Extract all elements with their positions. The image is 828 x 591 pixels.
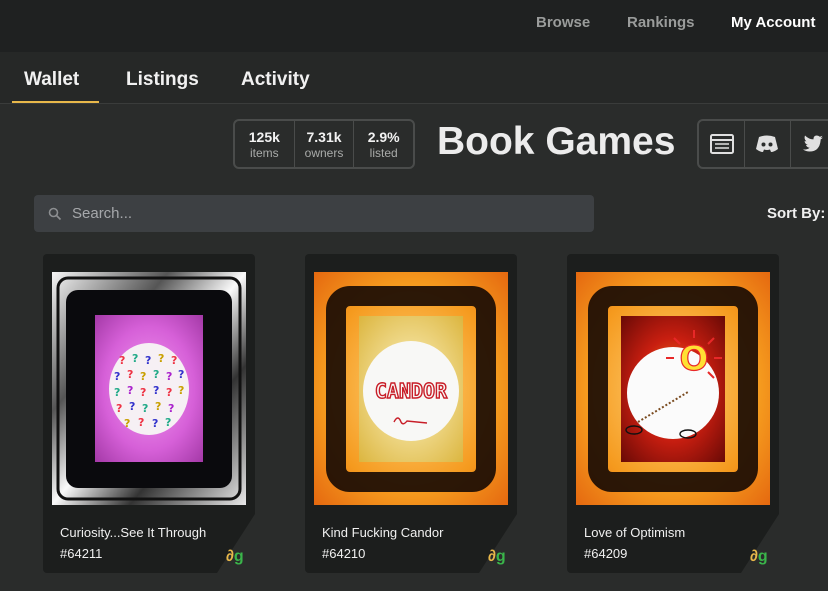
svg-text:?: ?: [171, 354, 177, 367]
art-text: CANDOR: [375, 379, 448, 403]
nft-id: #64209: [584, 546, 628, 561]
stat-label: items: [250, 146, 279, 160]
stat-value: 2.9%: [367, 129, 400, 145]
svg-text:?: ?: [166, 370, 172, 383]
svg-text:?: ?: [142, 402, 148, 415]
svg-text:?: ?: [153, 384, 159, 397]
svg-text:?: ?: [166, 386, 172, 399]
nft-card[interactable]: ?? ?? ? ?? ?? ?? ?? ?? ?? ?? ?? ? ?? ?? …: [43, 254, 255, 573]
svg-text:?: ?: [127, 368, 133, 381]
svg-text:?: ?: [178, 368, 184, 381]
tab-bar: Wallet Listings Activity: [0, 52, 828, 104]
svg-text:?: ?: [132, 352, 138, 365]
svg-text:?: ?: [152, 417, 158, 430]
twitter-link[interactable]: [789, 121, 828, 167]
svg-text:?: ?: [129, 400, 135, 413]
stat-listed: 2.9% listed: [353, 121, 413, 167]
collection-title: Book Games: [437, 120, 676, 163]
nft-id: #64211: [60, 546, 103, 561]
nft-image: O: [576, 272, 770, 505]
nft-name: Curiosity...See It Through: [60, 525, 207, 540]
svg-text:?: ?: [145, 354, 151, 367]
nft-id: #64210: [322, 546, 366, 561]
svg-text:?: ?: [114, 370, 120, 383]
nft-name: Love of Optimism: [584, 525, 686, 540]
top-nav-bar: Browse Rankings My Account: [0, 0, 828, 52]
nft-name: Kind Fucking Candor: [322, 525, 444, 540]
stat-label: listed: [369, 146, 398, 160]
svg-text:?: ?: [155, 400, 161, 413]
search-icon: [48, 207, 62, 221]
nft-card[interactable]: O Love of Optimism #64209: [567, 254, 779, 573]
svg-text:?: ?: [140, 370, 146, 383]
svg-text:?: ?: [116, 402, 122, 415]
nft-image: ?? ?? ? ?? ?? ?? ?? ?? ?? ?? ?? ? ?? ??: [52, 272, 246, 505]
active-tab-indicator: [12, 101, 99, 103]
stat-items: 125k items: [235, 121, 294, 167]
nav-rankings[interactable]: Rankings: [627, 14, 695, 31]
discord-link[interactable]: [744, 121, 789, 167]
svg-text:?: ?: [178, 384, 184, 397]
stat-value: 7.31k: [306, 129, 342, 145]
nft-card[interactable]: CANDOR Kind Fucking Candor #64210: [305, 254, 517, 573]
stat-value: 125k: [248, 129, 280, 145]
svg-text:?: ?: [127, 384, 133, 397]
svg-text:?: ?: [119, 354, 125, 367]
twitter-icon: [802, 135, 823, 152]
search-input[interactable]: [72, 195, 572, 232]
nav-browse[interactable]: Browse: [536, 14, 590, 31]
collection-stats: 125k items 7.31k owners 2.9% listed: [233, 119, 415, 169]
social-links: [697, 119, 828, 169]
marketplace-logo-icon: ∂g: [226, 548, 244, 565]
discord-icon: [756, 135, 779, 152]
svg-text:?: ?: [153, 368, 159, 381]
marketplace-logo-icon: ∂g: [488, 548, 506, 565]
tab-wallet[interactable]: Wallet: [24, 69, 79, 91]
svg-text:?: ?: [140, 386, 146, 399]
svg-text:?: ?: [124, 417, 130, 430]
svg-text:?: ?: [158, 352, 164, 365]
svg-text:?: ?: [138, 416, 144, 429]
stat-owners: 7.31k owners: [293, 121, 354, 167]
nft-image: CANDOR: [314, 272, 508, 505]
nav-my-account[interactable]: My Account: [731, 14, 815, 31]
svg-text:?: ?: [168, 402, 174, 415]
website-icon: [709, 134, 734, 154]
sort-by-dropdown[interactable]: Sort By:: [767, 205, 825, 222]
tab-listings[interactable]: Listings: [126, 69, 199, 91]
tab-activity[interactable]: Activity: [241, 69, 310, 91]
stat-label: owners: [304, 146, 344, 160]
search-bar: [34, 195, 594, 232]
svg-text:?: ?: [114, 386, 120, 399]
marketplace-logo-icon: ∂g: [750, 548, 768, 565]
art-text: O: [680, 339, 709, 379]
svg-text:?: ?: [165, 416, 171, 429]
website-link[interactable]: [699, 121, 744, 167]
